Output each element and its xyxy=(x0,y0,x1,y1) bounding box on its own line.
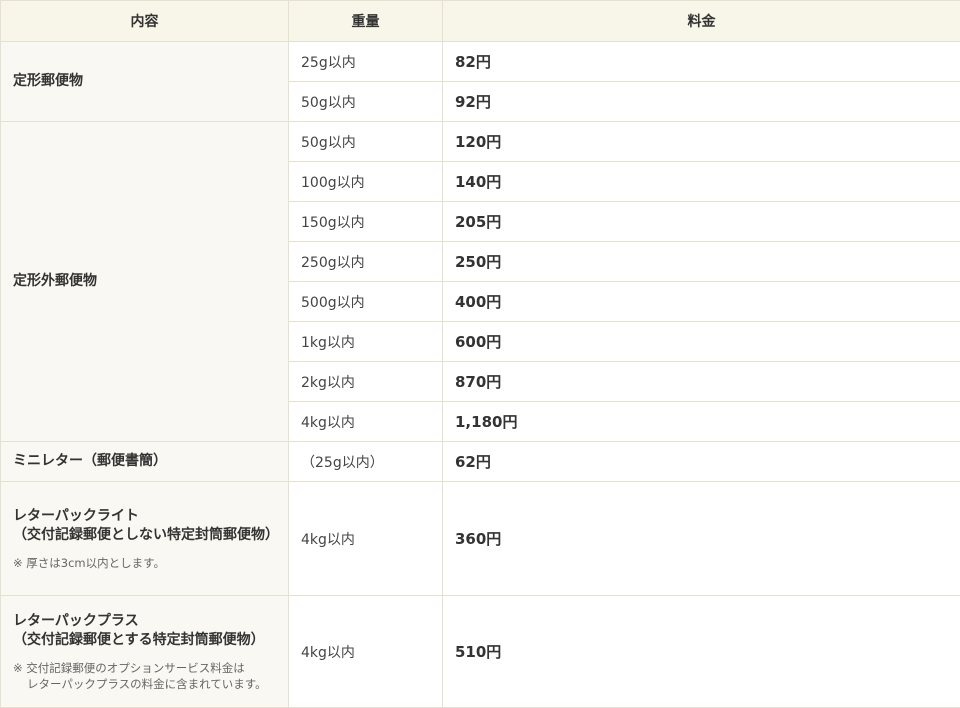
letterpack-light-note: ※ 厚さは3cm以内とします。 xyxy=(13,555,278,571)
weight-cell: 2kg以内 xyxy=(289,362,443,402)
weight-cell: 250g以内 xyxy=(289,242,443,282)
price-cell: 870円 xyxy=(443,362,960,402)
table-row: 定形郵便物 25g以内 82円 xyxy=(1,42,960,82)
weight-cell: 500g以内 xyxy=(289,282,443,322)
header-price: 料金 xyxy=(443,1,960,42)
weight-cell: 50g以内 xyxy=(289,122,443,162)
table-row: ミニレター（郵便書簡） （25g以内） 62円 xyxy=(1,442,960,482)
letterpack-plus-note-line2: レターパックプラスの料金に含まれています。 xyxy=(13,676,278,692)
header-content: 内容 xyxy=(1,1,289,42)
letterpack-plus-subtitle: （交付記録郵便とする特定封筒郵便物） xyxy=(13,631,278,650)
price-cell: 250円 xyxy=(443,242,960,282)
price-cell: 360円 xyxy=(443,482,960,596)
weight-cell: 25g以内 xyxy=(289,42,443,82)
weight-cell: 4kg以内 xyxy=(289,482,443,596)
category-teikei: 定形郵便物 xyxy=(1,42,289,122)
header-weight: 重量 xyxy=(289,1,443,42)
price-cell: 120円 xyxy=(443,122,960,162)
price-cell: 600円 xyxy=(443,322,960,362)
table-row: 定形外郵便物 50g以内 120円 xyxy=(1,122,960,162)
letterpack-plus-title: レターパックプラス xyxy=(13,612,278,631)
weight-cell: 150g以内 xyxy=(289,202,443,242)
price-cell: 140円 xyxy=(443,162,960,202)
price-cell: 92円 xyxy=(443,82,960,122)
category-letterpack-light: レターパックライト （交付記録郵便としない特定封筒郵便物） ※ 厚さは3cm以内… xyxy=(1,482,289,596)
weight-cell: 50g以内 xyxy=(289,82,443,122)
category-teikeigai: 定形外郵便物 xyxy=(1,122,289,442)
table-row: レターパックライト （交付記録郵便としない特定封筒郵便物） ※ 厚さは3cm以内… xyxy=(1,482,960,596)
table-row: レターパックプラス （交付記録郵便とする特定封筒郵便物） ※ 交付記録郵便のオプ… xyxy=(1,596,960,708)
price-cell: 62円 xyxy=(443,442,960,482)
letterpack-light-title: レターパックライト xyxy=(13,507,278,526)
category-mini-letter: ミニレター（郵便書簡） xyxy=(1,442,289,482)
price-cell: 400円 xyxy=(443,282,960,322)
price-cell: 205円 xyxy=(443,202,960,242)
weight-cell: 1kg以内 xyxy=(289,322,443,362)
weight-cell: 4kg以内 xyxy=(289,402,443,442)
letterpack-light-subtitle: （交付記録郵便としない特定封筒郵便物） xyxy=(13,526,278,545)
category-letterpack-plus: レターパックプラス （交付記録郵便とする特定封筒郵便物） ※ 交付記録郵便のオプ… xyxy=(1,596,289,708)
price-cell: 82円 xyxy=(443,42,960,82)
weight-cell: 4kg以内 xyxy=(289,596,443,708)
weight-cell: 100g以内 xyxy=(289,162,443,202)
postage-rate-table: 内容 重量 料金 定形郵便物 25g以内 82円 50g以内 92円 定形外郵便… xyxy=(0,0,960,708)
price-cell: 1,180円 xyxy=(443,402,960,442)
table-header-row: 内容 重量 料金 xyxy=(1,1,960,42)
letterpack-plus-note: ※ 交付記録郵便のオプションサービス料金は レターパックプラスの料金に含まれてい… xyxy=(13,660,278,692)
price-cell: 510円 xyxy=(443,596,960,708)
letterpack-plus-note-line1: ※ 交付記録郵便のオプションサービス料金は xyxy=(13,661,245,675)
weight-cell: （25g以内） xyxy=(289,442,443,482)
